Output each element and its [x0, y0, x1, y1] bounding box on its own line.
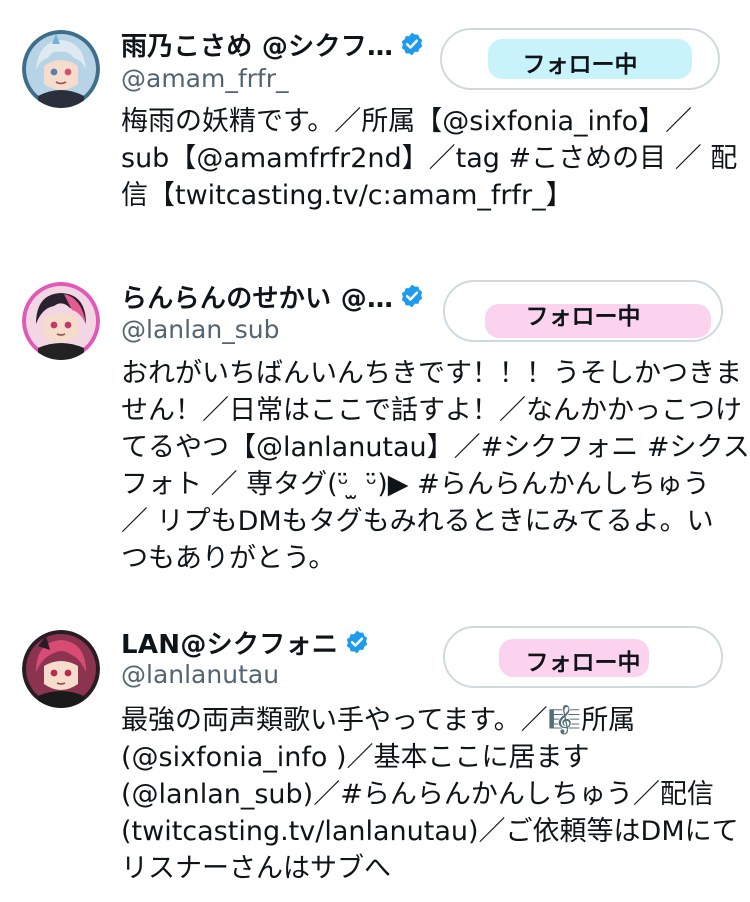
- bio-line: リスナーさんはサブへ: [121, 853, 391, 884]
- avatar[interactable]: [22, 30, 100, 108]
- bio-line: せん！／日常はここで話すよ！／なんかかっこつけ: [121, 395, 742, 426]
- bio-line: sub【@amamfrfr2nd】／tag #こさめの目 ／ 配: [121, 143, 738, 174]
- bio-line: (twitcasting.tv/lanlanutau)／ご依頼等はDMにて: [121, 816, 739, 847]
- avatar[interactable]: [22, 282, 100, 360]
- display-name-row[interactable]: LAN@シクフォニ: [121, 624, 370, 660]
- display-name[interactable]: らんらんのせかい @…: [121, 278, 393, 315]
- following-button[interactable]: フォロー中: [443, 280, 723, 342]
- bio-line: (@lanlan_sub)／#らんらんかんしちゅう／配信: [121, 779, 714, 810]
- bio-line: 梅雨の妖精です。／所属【@sixfonia_info】／: [121, 106, 693, 137]
- verified-badge-icon: [402, 32, 423, 56]
- display-name[interactable]: LAN@シクフォニ: [121, 624, 338, 661]
- bio-line: フォト ／ 専タグ(ᵕ̈ ̫ ᵕ̈)▶ #らんらんかんしちゅう: [121, 469, 710, 500]
- verified-badge-icon: [402, 284, 423, 308]
- verified-badge-icon: [346, 630, 368, 654]
- follow-button-label: フォロー中: [525, 650, 641, 676]
- handle[interactable]: @amam_frfr_: [121, 64, 289, 93]
- user-card-lanlan-sub[interactable]: らんらんのせかい @… @lanlan_sub フォロー中 おれがいちばんいんち…: [0, 260, 750, 590]
- display-name[interactable]: 雨乃こさめ @シクフ…: [121, 26, 393, 63]
- user-card-amam-frfr[interactable]: 雨乃こさめ @シクフ… @amam_frfr_ フォロー中 梅雨の妖精です。／所…: [0, 0, 750, 240]
- follow-button-label: フォロー中: [522, 52, 638, 78]
- handle[interactable]: @lanlanutau: [121, 660, 279, 689]
- bio: おれがいちばんいんちきです！！！うそしかつきま せん！／日常はここで話すよ！／な…: [121, 355, 750, 577]
- bio-line: (@sixfonia_info )／基本ここに居ます: [121, 742, 590, 773]
- handle[interactable]: @lanlan_sub: [121, 315, 279, 344]
- user-card-lanlanutau[interactable]: LAN@シクフォニ @lanlanutau フォロー中 最強の両声類歌い手やって…: [0, 608, 750, 902]
- bio-line: つもありがとう。: [121, 543, 336, 574]
- bio-line: てるやつ【@lanlanutau】／#シクフォニ #シクス: [121, 432, 750, 463]
- following-button[interactable]: フォロー中: [443, 626, 723, 688]
- follow-button-label: フォロー中: [525, 304, 641, 330]
- bio: 梅雨の妖精です。／所属【@sixfonia_info】／ sub【@amamfr…: [121, 103, 738, 214]
- bio-line: 信【twitcasting.tv/c:amam_frfr_】: [121, 180, 573, 211]
- display-name-row[interactable]: らんらんのせかい @…: [121, 278, 425, 314]
- display-name-row[interactable]: 雨乃こさめ @シクフ…: [121, 26, 425, 62]
- bio-line: 最強の両声類歌い手やってます。／🎼所属: [121, 705, 636, 736]
- bio-line: ／ リプもDMもタグもみれるときにみてるよ。い: [121, 506, 714, 537]
- avatar[interactable]: [22, 630, 100, 708]
- bio-line: おれがいちばんいんちきです！！！うそしかつきま: [121, 358, 742, 389]
- following-button[interactable]: フォロー中: [440, 28, 720, 90]
- bio: 最強の両声類歌い手やってます。／🎼所属 (@sixfonia_info )／基本…: [121, 702, 739, 887]
